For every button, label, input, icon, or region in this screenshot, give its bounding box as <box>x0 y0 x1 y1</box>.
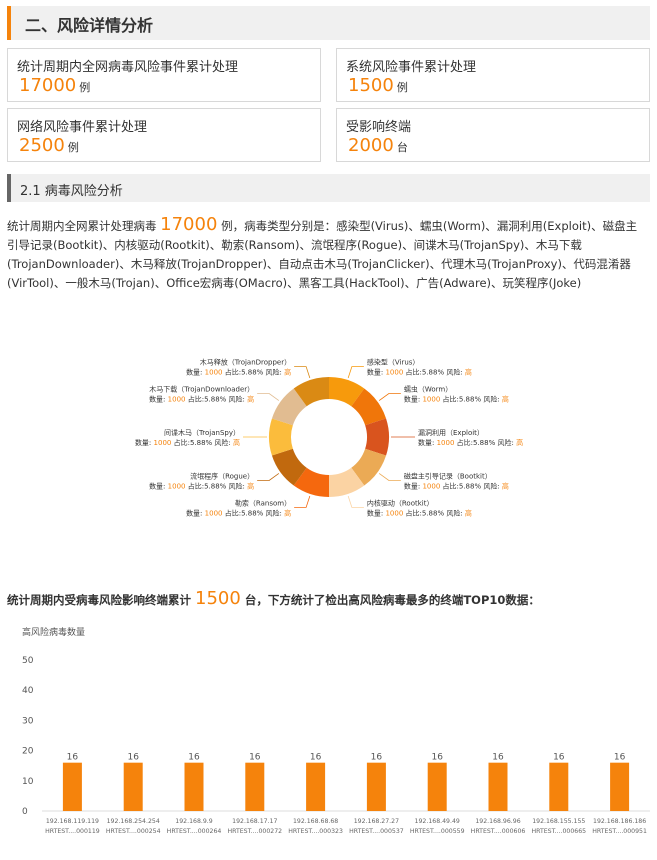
y-axis-label: 高风险病毒数量 <box>22 626 85 638</box>
slice-detail-label: 数量: 1000 占比:5.88% 风险: 高 <box>149 481 254 490</box>
bar-value-label: 16 <box>249 753 261 763</box>
slice-detail-label: 数量: 1000 占比:5.88% 风险: 高 <box>418 438 523 447</box>
x-tick-label-host: HRTEST....000951 <box>592 828 647 835</box>
x-tick-label-ip: 192.168.254.254 <box>107 818 160 825</box>
slice-leader-line <box>257 393 280 401</box>
slice-leader-line <box>347 366 364 379</box>
y-tick-label: 50 <box>22 656 34 666</box>
x-tick-label-ip: 192.168.49.49 <box>415 818 460 825</box>
slice-leader-line <box>294 366 311 379</box>
slice-name-label: 蠕虫（Worm） <box>404 385 452 394</box>
x-tick-label-ip: 192.168.9.9 <box>175 818 212 825</box>
y-tick-label: 0 <box>22 807 28 817</box>
slice-name-label: 木马下载（TrojanDownloader） <box>149 385 254 394</box>
x-tick-label-ip: 192.168.17.17 <box>232 818 277 825</box>
bar <box>123 762 143 811</box>
subsection-title: 2.1 病毒风险分析 <box>20 184 123 199</box>
y-tick-label: 10 <box>22 777 34 787</box>
x-tick-label-host: HRTEST....000264 <box>167 828 222 835</box>
bar-value-label: 16 <box>127 753 139 763</box>
stat-label: 系统风险事件累计处理 <box>346 60 477 75</box>
stat-label: 统计周期内全网病毒风险事件累计处理 <box>17 60 239 75</box>
slice-leader-line <box>378 473 401 481</box>
bar-value-label: 16 <box>492 753 504 763</box>
x-tick-label-host: HRTEST....000119 <box>45 828 100 835</box>
bar-value-label: 16 <box>188 753 200 763</box>
top10-terminal-bar-chart: 高风险病毒数量 0 10 20 30 40 50 16 192.168.119.119 HRTES… <box>22 626 650 835</box>
bar <box>306 762 326 811</box>
slice-name-label: 内核驱动（Rootkit） <box>367 498 434 507</box>
y-tick-label: 40 <box>22 686 34 696</box>
stat-value: 2500 例 <box>19 135 79 156</box>
slice-detail-label: 数量: 1000 占比:5.88% 风险: 高 <box>135 438 240 447</box>
stat-card-network-events: 网络风险事件累计处理 2500 例 <box>7 108 321 162</box>
bar-value-label: 16 <box>67 753 79 763</box>
bar <box>610 762 630 811</box>
bar <box>427 762 447 811</box>
bar-value-label: 16 <box>310 753 322 763</box>
slice-name-label: 间谍木马（TrojanSpy） <box>164 428 240 437</box>
slice-detail-label: 数量: 1000 占比:5.88% 风险: 高 <box>149 395 254 404</box>
slice-leader-line <box>294 495 311 508</box>
slice-detail-label: 数量: 1000 占比:5.88% 风险: 高 <box>186 508 291 517</box>
slice-leader-line <box>378 393 401 401</box>
slice-name-label: 感染型（Virus） <box>367 358 420 367</box>
bar <box>549 762 569 811</box>
stat-value: 17000 例 <box>19 75 91 96</box>
slice-detail-label: 数量: 1000 占比:5.88% 风险: 高 <box>404 481 509 490</box>
y-tick-label: 20 <box>22 747 34 757</box>
bar <box>62 762 82 811</box>
section-title: 二、风险详情分析 <box>25 16 154 35</box>
stat-value: 2000 台 <box>348 135 408 156</box>
virus-total-value: 17000 <box>160 214 218 235</box>
x-tick-label-ip: 192.168.155.155 <box>532 818 585 825</box>
x-tick-label-host: HRTEST....000272 <box>227 828 282 835</box>
slice-name-label: 木马释放（TrojanDropper） <box>200 358 291 367</box>
bar <box>184 762 204 811</box>
virus-type-donut-chart: 感染型（Virus）数量: 1000 占比:5.88% 风险: 高蠕虫（Worm… <box>135 358 523 518</box>
virus-summary-paragraph: 统计周期内全网累计处理病毒 17000 例，病毒类型分别是：感染型(Virus)… <box>7 214 638 290</box>
stat-card-affected-terminals: 受影响终端 2000 台 <box>336 108 650 162</box>
stat-label: 受影响终端 <box>346 120 412 135</box>
stat-label: 网络风险事件累计处理 <box>17 120 148 135</box>
slice-detail-label: 数量: 1000 占比:5.88% 风险: 高 <box>367 368 472 377</box>
x-tick-label-host: HRTEST....000254 <box>106 828 161 835</box>
bar <box>366 762 386 811</box>
x-tick-label-ip: 192.168.68.68 <box>293 818 338 825</box>
x-tick-label-host: HRTEST....000537 <box>349 828 404 835</box>
slice-name-label: 漏洞利用（Exploit） <box>418 428 484 437</box>
terminal-total-value: 1500 <box>195 588 241 609</box>
x-tick-label-ip: 192.168.27.27 <box>354 818 399 825</box>
slice-detail-label: 数量: 1000 占比:5.88% 风险: 高 <box>186 368 291 377</box>
slice-detail-label: 数量: 1000 占比:5.88% 风险: 高 <box>367 508 472 517</box>
bar <box>245 762 265 811</box>
slice-detail-label: 数量: 1000 占比:5.88% 风险: 高 <box>404 395 509 404</box>
subsection-header: 2.1 病毒风险分析 <box>7 174 650 202</box>
y-tick-label: 30 <box>22 716 34 726</box>
x-tick-label-ip: 192.168.119.119 <box>46 818 99 825</box>
x-tick-label-host: HRTEST....000559 <box>410 828 465 835</box>
slice-leader-line <box>347 495 364 508</box>
bar-value-label: 16 <box>431 753 443 763</box>
slice-leader-line <box>257 473 280 481</box>
stat-card-virus-events: 统计周期内全网病毒风险事件累计处理 17000 例 <box>7 48 321 102</box>
slice-name-label: 勒索（Ransom） <box>235 498 291 507</box>
bar-value-label: 16 <box>553 753 565 763</box>
x-tick-label-host: HRTEST....000665 <box>531 828 586 835</box>
stat-card-system-events: 系统风险事件累计处理 1500 例 <box>336 48 650 102</box>
stat-value: 1500 例 <box>348 75 408 96</box>
bar-value-label: 16 <box>371 753 383 763</box>
bar-value-label: 16 <box>614 753 626 763</box>
terminal-summary-paragraph: 统计周期内受病毒风险影响终端累计 1500 台，下方统计了检出高风险病毒最多的终… <box>7 588 540 609</box>
x-tick-label-host: HRTEST....000323 <box>288 828 343 835</box>
x-tick-label-ip: 192.168.186.186 <box>593 818 646 825</box>
section-header: 二、风险详情分析 <box>7 6 650 40</box>
slice-name-label: 流氓程序（Rogue） <box>190 471 254 480</box>
slice-name-label: 磁盘主引导记录（Bootkit） <box>404 471 492 480</box>
x-tick-label-ip: 192.168.96.96 <box>475 818 520 825</box>
x-tick-label-host: HRTEST....000606 <box>471 828 526 835</box>
bar <box>488 762 508 811</box>
